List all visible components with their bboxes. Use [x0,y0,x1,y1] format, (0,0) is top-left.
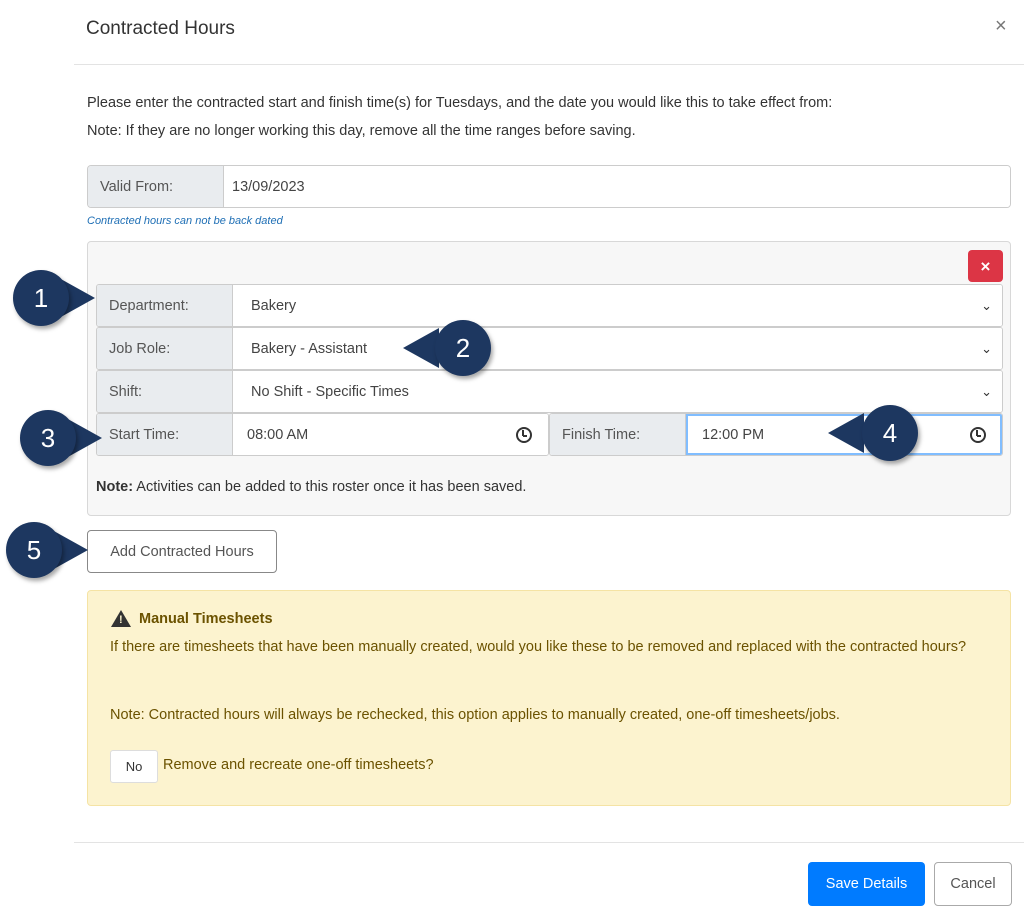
chevron-down-icon: ⌄ [981,383,992,399]
warning-icon: ! [111,610,131,627]
callout-number: 3 [20,410,76,466]
callout-pointer [828,413,864,453]
callout-pointer [403,328,439,368]
roster-note: Note: Activities can be added to this ro… [96,479,526,495]
valid-from-input[interactable]: 13/09/2023 [224,166,1010,207]
manual-timesheets-title: Manual Timesheets [139,610,273,627]
department-label: Department: [97,285,233,326]
cancel-button[interactable]: Cancel [934,862,1012,906]
shift-value: No Shift - Specific Times [251,383,409,400]
department-select[interactable]: Bakery ⌄ [233,285,1002,326]
callout-1: 1 [13,270,109,326]
manual-timesheets-question: If there are timesheets that have been m… [110,639,967,655]
callout-number: 2 [435,320,491,376]
intro-text: Please enter the contracted start and fi… [87,89,832,145]
start-time-label: Start Time: [97,414,233,455]
job-role-value: Bakery - Assistant [251,340,368,357]
intro-line-2: Note: If they are no longer working this… [87,123,636,139]
finish-time-value: 12:00 PM [702,426,765,443]
callout-number: 4 [862,405,918,461]
finish-time-row: Finish Time: 12:00 PM [549,413,1003,456]
callout-5: 5 [6,522,102,578]
recreate-timesheets-toggle[interactable]: No [110,750,158,783]
job-role-select[interactable]: Bakery - Assistant ⌄ [233,328,1002,369]
roster-note-label: Note: [96,479,134,495]
intro-line-1: Please enter the contracted start and fi… [87,95,833,111]
department-value: Bakery [251,297,297,314]
manual-timesheets-heading: ! Manual Timesheets [111,610,273,627]
chevron-down-icon: ⌄ [981,297,992,313]
start-time-row: Start Time: 08:00 AM [96,413,549,456]
job-role-label: Job Role: [97,328,233,369]
back-date-hint: Contracted hours can not be back dated [87,215,283,227]
callout-number: 5 [6,522,62,578]
valid-from-label: Valid From: [88,166,224,207]
department-row: Department: Bakery ⌄ [96,284,1003,327]
start-time-input[interactable]: 08:00 AM [233,414,548,455]
modal-title: Contracted Hours [86,18,235,39]
add-contracted-hours-button[interactable]: Add Contracted Hours [87,530,277,573]
close-icon: × [980,256,991,276]
finish-time-label: Finish Time: [550,414,686,455]
roster-note-text: Activities can be added to this roster o… [133,479,527,495]
job-role-row: Job Role: Bakery - Assistant ⌄ [96,327,1003,370]
clock-icon[interactable] [970,426,986,443]
clock-icon[interactable] [516,426,532,443]
callout-3: 3 [20,410,116,466]
recreate-timesheets-label: Remove and recreate one-off timesheets? [163,757,434,773]
start-time-value: 08:00 AM [247,426,309,443]
footer-divider [74,842,1024,843]
manual-timesheets-note: Note: Contracted hours will always be re… [110,707,840,723]
save-details-button[interactable]: Save Details [808,862,925,906]
callout-4: 4 [828,405,924,461]
valid-from-group: Valid From: 13/09/2023 [87,165,1011,208]
chevron-down-icon: ⌄ [981,340,992,356]
header-divider [74,64,1024,65]
shift-label: Shift: [97,371,233,412]
delete-roster-button[interactable]: × [968,250,1003,282]
close-icon[interactable]: × [995,16,1007,36]
callout-2: 2 [403,320,499,376]
callout-number: 1 [13,270,69,326]
